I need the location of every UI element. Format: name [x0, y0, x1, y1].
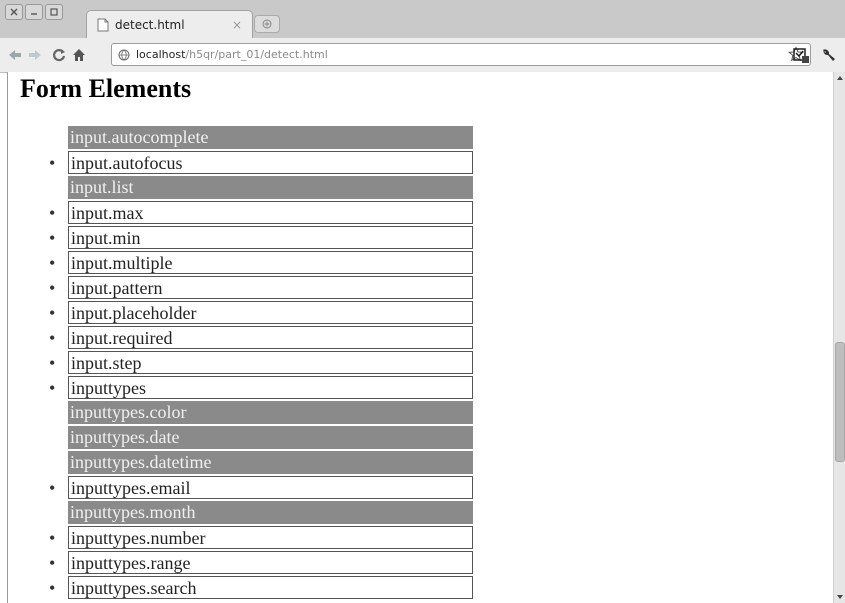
feature-item: input.autocomplete [68, 126, 473, 149]
window-controls [5, 4, 63, 20]
new-tab-button[interactable] [254, 15, 280, 33]
window-titlebar: detect.html × [0, 0, 845, 39]
tab-title: detect.html [115, 18, 185, 32]
feature-list: input.autocompleteinput.autofocusinput.l… [49, 126, 473, 601]
close-window-button[interactable] [5, 4, 23, 20]
page-content: Form Elements input.autocompleteinput.au… [7, 72, 834, 603]
minimize-icon [31, 13, 37, 15]
maximize-window-button[interactable] [45, 4, 63, 20]
forward-button[interactable] [26, 46, 44, 64]
feature-item: input.multiple [49, 251, 473, 274]
feature-item: input.required [49, 326, 473, 349]
reload-icon [52, 49, 66, 62]
tab-detect[interactable]: detect.html × [86, 10, 253, 39]
feature-item: inputtypes.email [49, 476, 473, 499]
feature-item: input.step [49, 351, 473, 374]
page-info-icon [118, 49, 130, 60]
feature-item: inputtypes.datetime [68, 451, 473, 474]
vertical-scrollbar[interactable] [833, 72, 845, 603]
feature-item: inputtypes [49, 376, 473, 399]
chevron-up-icon [837, 76, 843, 80]
document-icon [97, 18, 109, 32]
chevron-down-icon [837, 595, 843, 599]
feature-item: input.list [68, 176, 473, 199]
scroll-thumb[interactable] [835, 342, 845, 462]
feature-item: inputtypes.number [49, 526, 473, 549]
feature-item: input.placeholder [49, 301, 473, 324]
page-heading: Form Elements [20, 74, 192, 103]
feature-item: input.min [49, 226, 473, 249]
reload-button[interactable] [50, 46, 68, 64]
feature-item: inputtypes.color [68, 401, 473, 424]
plus-icon [262, 19, 272, 29]
forward-arrow-icon [29, 50, 41, 60]
address-bar[interactable]: localhost/h5qr/part_01/detect.html [111, 43, 811, 66]
back-arrow-icon [9, 50, 21, 60]
wrench-icon[interactable] [820, 46, 838, 64]
close-icon [10, 8, 18, 16]
feature-item: inputtypes.date [68, 426, 473, 449]
scroll-up-button[interactable] [834, 72, 845, 84]
extension-icon[interactable] [792, 46, 810, 64]
feature-item: input.max [49, 201, 473, 224]
tab-close-button[interactable]: × [232, 18, 242, 32]
url-path: /h5qr/part_01/detect.html [185, 48, 328, 61]
minimize-window-button[interactable] [25, 4, 43, 20]
feature-item: inputtypes.search [49, 576, 473, 599]
feature-item: inputtypes.range [49, 551, 473, 574]
feature-item: inputtypes.month [68, 501, 473, 524]
scroll-down-button[interactable] [834, 591, 845, 603]
url-host: localhost [136, 48, 186, 61]
home-icon [73, 49, 85, 61]
feature-item: input.autofocus [49, 151, 473, 174]
back-button[interactable] [6, 46, 24, 64]
maximize-icon [50, 8, 58, 16]
home-button[interactable] [70, 46, 88, 64]
feature-item: input.pattern [49, 276, 473, 299]
